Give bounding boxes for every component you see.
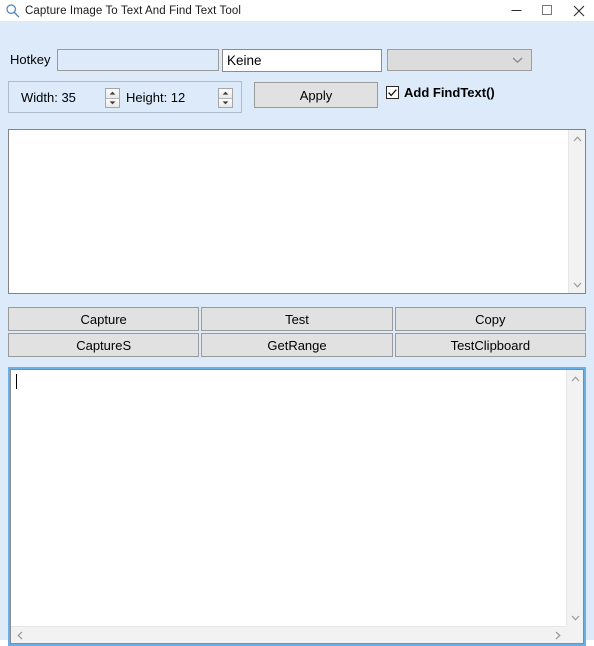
getrange-button-label: GetRange	[267, 337, 327, 353]
input-scroll-up-button[interactable]	[567, 370, 584, 387]
testclipboard-button[interactable]: TestClipboard	[394, 333, 586, 357]
magnifier-icon	[6, 3, 20, 17]
text-caret	[16, 374, 17, 389]
captures-button-label: CaptureS	[76, 337, 132, 353]
input-scroll-right-button[interactable]	[549, 627, 566, 644]
checkmark-icon	[388, 88, 397, 96]
output-textarea-content[interactable]	[9, 130, 568, 293]
height-stepper[interactable]	[218, 88, 233, 108]
minimize-button[interactable]	[501, 0, 532, 21]
action-button-row: CaptureS GetRange TestClipboard	[8, 333, 586, 357]
close-icon	[573, 5, 584, 16]
getrange-button[interactable]: GetRange	[201, 333, 393, 357]
output-scroll-up-button[interactable]	[569, 130, 586, 147]
scroll-up-icon	[571, 375, 579, 381]
minimize-icon	[511, 10, 522, 11]
output-scroll-down-button[interactable]	[569, 276, 586, 293]
width-stepper[interactable]	[105, 88, 120, 108]
maximize-icon	[542, 5, 552, 15]
test-button[interactable]: Test	[201, 307, 393, 331]
input-scroll-left-button[interactable]	[11, 627, 28, 644]
width-label: Width: 35	[21, 90, 76, 105]
scroll-down-icon	[571, 615, 579, 621]
add-findtext-label: Add FindText()	[404, 85, 495, 100]
copy-button-label: Copy	[475, 311, 506, 327]
spinner-down-icon	[222, 101, 229, 105]
hotkey-combobox[interactable]	[387, 49, 532, 71]
capture-size-group: Width: 35 Height: 12	[8, 81, 242, 113]
capture-button-label: Capture	[80, 311, 127, 327]
client-area: Hotkey Width: 35 Height: 12	[0, 21, 594, 646]
modifier-input[interactable]	[222, 49, 382, 72]
spinner-up-icon	[222, 91, 229, 95]
add-findtext-checkbox[interactable]: Add FindText()	[386, 85, 495, 100]
input-horizontal-scrollbar[interactable]	[11, 626, 566, 643]
maximize-button[interactable]	[532, 0, 563, 21]
scroll-right-icon	[555, 631, 561, 639]
close-button[interactable]	[563, 0, 594, 21]
apply-button-label: Apply	[299, 87, 333, 103]
input-scroll-down-button[interactable]	[567, 609, 584, 626]
output-vertical-scrollbar[interactable]	[568, 130, 585, 293]
height-label: Height: 12	[126, 90, 186, 105]
height-stepper-up[interactable]	[219, 89, 232, 99]
testclipboard-button-label: TestClipboard	[450, 337, 531, 353]
scroll-up-icon	[573, 135, 581, 141]
input-vertical-scrollbar[interactable]	[566, 370, 583, 626]
window-title: Capture Image To Text And Find Text Tool	[25, 4, 242, 17]
spinner-down-icon	[109, 101, 116, 105]
output-textarea[interactable]	[8, 129, 586, 294]
width-stepper-up[interactable]	[106, 89, 119, 99]
input-textarea-content[interactable]	[11, 370, 566, 626]
title-bar: Capture Image To Text And Find Text Tool	[0, 0, 594, 21]
width-stepper-down[interactable]	[106, 98, 119, 107]
input-textarea[interactable]	[8, 367, 586, 646]
copy-button[interactable]: Copy	[394, 307, 586, 331]
capture-button[interactable]: Capture	[8, 307, 200, 331]
test-button-label: Test	[285, 311, 309, 327]
captures-button[interactable]: CaptureS	[8, 333, 200, 357]
scroll-down-icon	[573, 282, 581, 288]
hotkey-label: Hotkey	[10, 52, 51, 67]
apply-button[interactable]: Apply	[254, 82, 378, 108]
chevron-down-icon	[512, 57, 523, 64]
action-button-grid: Capture Test Copy CaptureS GetRange Test…	[8, 307, 586, 357]
scrollbar-corner	[566, 626, 583, 643]
checkbox-box[interactable]	[386, 86, 399, 99]
scroll-left-icon	[16, 631, 22, 639]
window-controls	[501, 0, 594, 21]
hotkey-input[interactable]	[57, 49, 219, 71]
spinner-up-icon	[109, 91, 116, 95]
height-stepper-down[interactable]	[219, 98, 232, 107]
action-button-row: Capture Test Copy	[8, 307, 586, 331]
input-textarea-frame	[10, 369, 584, 644]
